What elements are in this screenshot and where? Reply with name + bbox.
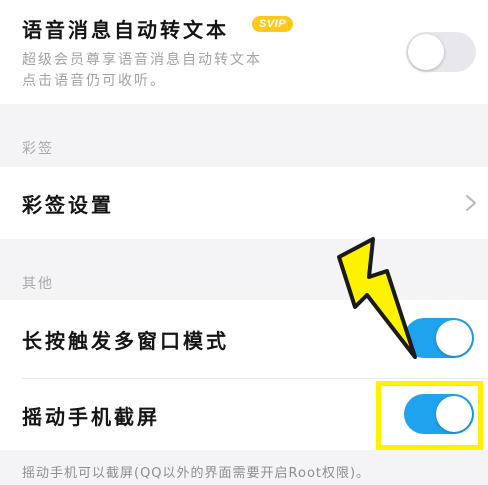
colorful-label-settings-row[interactable]: 彩签设置 [0, 167, 488, 239]
section-label-colorful: 彩签 [22, 141, 54, 157]
voice-to-text-card: 语音消息自动转文本 SVIP 超级会员尊享语音消息自动转文本 点击语音仍可收听。 [0, 0, 488, 104]
colorful-label-settings-label: 彩签设置 [22, 193, 114, 217]
highlight-box [376, 381, 483, 450]
voice-to-text-description-line2: 点击语音仍可收听。 [22, 73, 166, 89]
multi-window-title: 长按触发多窗口模式 [22, 329, 229, 353]
shake-screenshot-note: 摇动手机可以截屏(QQ以外的界面需要开启Root权限)。 [22, 466, 371, 481]
voice-to-text-description-line1: 超级会员尊享语音消息自动转文本 [22, 52, 262, 68]
voice-to-text-description: 超级会员尊享语音消息自动转文本 点击语音仍可收听。 [22, 50, 352, 92]
voice-to-text-title: 语音消息自动转文本 [22, 18, 229, 42]
shake-screenshot-title: 摇动手机截屏 [22, 405, 160, 429]
lightning-bolt-icon [337, 237, 417, 359]
toggle-knob [436, 320, 472, 356]
svip-badge: SVIP [252, 16, 294, 32]
section-label-other: 其他 [22, 276, 54, 292]
voice-to-text-toggle[interactable] [406, 32, 476, 72]
toggle-knob [408, 34, 444, 70]
chevron-right-icon [466, 195, 476, 211]
settings-screen: 语音消息自动转文本 SVIP 超级会员尊享语音消息自动转文本 点击语音仍可收听。… [0, 0, 488, 485]
colorful-label-card: 彩签设置 [0, 167, 488, 239]
